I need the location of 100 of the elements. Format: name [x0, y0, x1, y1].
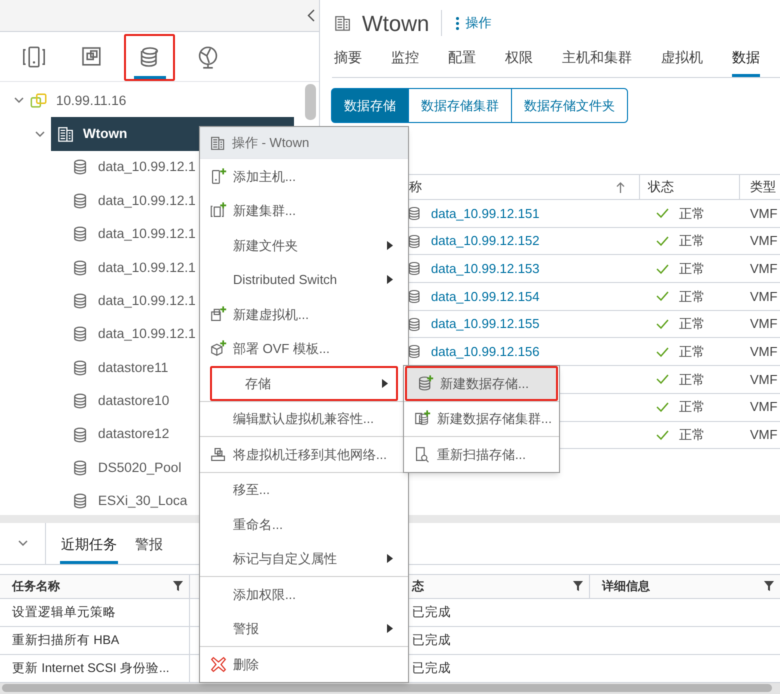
table-cell-text: 设置逻辑单元策略: [12, 604, 116, 621]
menu-item[interactable]: 标记与自定义属性: [200, 542, 401, 576]
tree-item[interactable]: data_10.99.12.1: [98, 224, 196, 244]
tab[interactable]: 摘要: [334, 47, 362, 77]
table-cell-text: VMF: [750, 315, 778, 334]
column-header[interactable]: 类型: [750, 177, 780, 197]
datastore-link[interactable]: data_10.99.12.151: [431, 204, 540, 224]
datastore-link[interactable]: data_10.99.12.153: [431, 258, 540, 278]
table-cell-text: 重新扫描所有 HBA: [12, 632, 120, 649]
column-header[interactable]: 详细信息: [602, 577, 764, 596]
sort-up-icon: [616, 182, 625, 192]
table-cell-text: VMF: [750, 232, 778, 250]
menu-item[interactable]: 将虚拟机迁移到其他网络...: [200, 437, 401, 472]
caret-right-icon: [387, 240, 393, 250]
host-icon: [22, 45, 46, 69]
table-cell-text: VMF: [750, 398, 778, 416]
segment-tab[interactable]: 数据存储: [331, 88, 409, 123]
check-icon: [656, 346, 669, 357]
table-cell-text: 已完成: [412, 632, 451, 649]
tab[interactable]: 数据: [732, 47, 760, 77]
status-text: 正常: [679, 288, 705, 306]
column-header[interactable]: 称: [409, 177, 616, 197]
scrollbar-thumb[interactable]: [305, 84, 316, 120]
tab[interactable]: 警报: [134, 534, 164, 564]
tree-item[interactable]: ESXi_30_Loca: [98, 491, 188, 512]
check-icon: [656, 208, 669, 218]
column-header[interactable]: 态: [412, 577, 573, 596]
status-text: 正常: [679, 426, 705, 444]
segment-tab[interactable]: 数据存储文件夹: [511, 88, 628, 123]
menu-item[interactable]: 新建集群...: [200, 194, 401, 228]
tree-item[interactable]: datastore11: [98, 358, 168, 378]
migrate-icon: [210, 446, 227, 463]
status-text: 正常: [679, 260, 705, 278]
menu-item[interactable]: 删除: [200, 647, 401, 682]
tab[interactable]: 监控: [391, 47, 419, 77]
table-cell-text: 已完成: [412, 660, 451, 677]
table-cell-text: VMF: [750, 343, 778, 362]
datastore-link[interactable]: data_10.99.12.156: [431, 342, 540, 362]
menu-item[interactable]: 部署 OVF 模板...: [200, 332, 401, 366]
menu-item[interactable]: 新建数据存储集群...: [404, 402, 559, 436]
menu-item[interactable]: 编辑默认虚拟机兼容性...: [200, 402, 401, 436]
column-header[interactable]: 任务名称: [12, 577, 173, 596]
tree-item[interactable]: datastore10: [98, 391, 170, 412]
segment-tab[interactable]: 数据存储集群: [408, 88, 512, 123]
tree-item[interactable]: data_10.99.12.1: [98, 190, 196, 211]
datastore-link[interactable]: data_10.99.12.155: [431, 314, 540, 334]
tab[interactable]: 配置: [448, 47, 476, 77]
menu-item[interactable]: 移至...: [200, 472, 401, 507]
check-icon: [656, 319, 669, 330]
database-add-icon: [417, 374, 434, 392]
tab[interactable]: 虚拟机: [661, 47, 703, 77]
tree-item[interactable]: data_10.99.12.1: [98, 258, 196, 278]
chevron-down-icon[interactable]: [35, 130, 45, 138]
document-search-icon: [414, 446, 431, 463]
building-icon: [210, 134, 226, 150]
delete-icon: [210, 656, 227, 673]
tree-item[interactable]: datastore12: [98, 424, 170, 445]
filter-icon[interactable]: [573, 581, 583, 592]
tab[interactable]: 主机和集群: [562, 47, 632, 77]
vm-add-icon: [210, 306, 227, 323]
menu-item[interactable]: 存储: [210, 366, 398, 400]
menu-item[interactable]: 重新扫描存储...: [404, 437, 559, 472]
status-text: 正常: [679, 370, 705, 389]
actions-menu-button[interactable]: 操作: [456, 13, 492, 33]
menu-item[interactable]: 新建数据存储...: [405, 366, 558, 400]
caret-right-icon: [387, 275, 393, 284]
menu-item[interactable]: 添加权限...: [200, 577, 401, 612]
tree-item[interactable]: data_10.99.12.1: [98, 290, 196, 312]
menu-item[interactable]: 新建文件夹: [200, 228, 401, 262]
column-header[interactable]: 状态: [648, 177, 739, 197]
scrollbar-thumb[interactable]: [2, 684, 772, 692]
building-icon: [334, 14, 352, 32]
chevron-down-icon[interactable]: [14, 97, 24, 104]
menu-item[interactable]: Distributed Switch: [200, 262, 401, 297]
filter-icon[interactable]: [173, 581, 183, 592]
collapse-icon[interactable]: [307, 9, 315, 22]
tree-item[interactable]: data_10.99.12.1: [98, 157, 196, 178]
tree-item[interactable]: DS5020_Pool: [98, 458, 182, 478]
datastore-link[interactable]: data_10.99.12.154: [431, 286, 540, 306]
table-cell-text: VMF: [750, 288, 778, 306]
tree-item[interactable]: data_10.99.12.1: [98, 324, 196, 345]
table-cell-text: 更新 Internet SCSI 身份验...: [12, 660, 170, 677]
tab[interactable]: 近期任务: [60, 534, 118, 564]
view-tab[interactable]: [124, 34, 175, 81]
chevron-down-icon[interactable]: [18, 540, 28, 547]
filter-icon[interactable]: [764, 581, 774, 592]
datastore-link[interactable]: data_10.99.12.152: [431, 231, 540, 251]
menu-item[interactable]: 新建虚拟机...: [200, 297, 401, 332]
menu-item[interactable]: 重命名...: [200, 507, 401, 542]
status-text: 正常: [679, 343, 705, 362]
menu-item[interactable]: 警报: [200, 612, 401, 646]
page-title: Wtown: [362, 10, 430, 38]
more-icon: [456, 16, 460, 30]
status-text: 正常: [679, 204, 705, 223]
check-icon: [656, 374, 669, 384]
tab[interactable]: 权限: [505, 47, 533, 77]
cube-add-icon: [210, 340, 227, 358]
table-cell-text: VMF: [750, 426, 778, 444]
tree-item[interactable]: 10.99.11.16: [56, 90, 126, 111]
menu-item[interactable]: 添加主机...: [200, 159, 401, 194]
